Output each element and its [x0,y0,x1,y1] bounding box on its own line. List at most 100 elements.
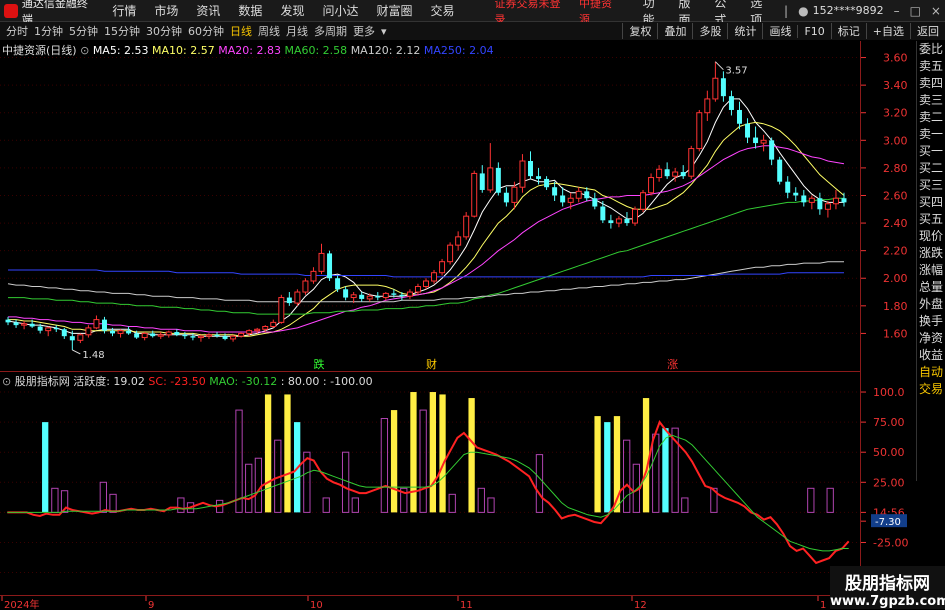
ma10-line [8,121,845,337]
menu-jiaoyi[interactable]: 交易 [430,2,454,19]
candle-body [174,332,180,335]
high-pointer [715,61,724,71]
candle-body [126,330,132,334]
side-item: 买五 [919,212,944,226]
period-monthly[interactable]: 月线 [286,23,308,39]
candle-body [21,323,28,326]
btn-f10[interactable]: F10 [797,24,830,38]
close-icon[interactable]: × [931,4,941,18]
ma20-label: MA20: 2.83 [218,44,281,57]
btn-fanhui[interactable]: 返回 [910,23,945,39]
side-item: 总量 [919,280,944,294]
menu-hangqing[interactable]: 行情 [112,2,136,19]
btn-duogu[interactable]: 多股 [692,23,727,39]
user-account[interactable]: 152****9892 [813,4,884,17]
activity-bar [351,497,359,513]
menu-faxian[interactable]: 发现 [280,2,304,19]
candle-body [302,280,309,293]
btn-fuquan[interactable]: 复权 [622,23,657,39]
menu-zixun[interactable]: 资讯 [196,2,220,19]
candle-body [463,215,470,238]
btn-huaxian[interactable]: 画线 [762,23,797,39]
candle-body [567,197,574,203]
candle-body [439,261,446,274]
ma60-line [8,197,844,315]
menu-wenxiaoda[interactable]: 问小达 [322,2,358,19]
btn-zixuan[interactable]: +自选 [865,23,910,39]
activity-bar [419,409,427,513]
activity-bar [652,433,660,513]
quote-side-panel: 委比 卖五 卖四 卖三 卖二 卖一 买一 买二 买三 买四 买五 现价 涨跌 涨幅 总量 外盘 换手 净资 收益 自动… [916,41,945,481]
menu-shuju[interactable]: 数据 [238,2,262,19]
candle-body [712,77,719,100]
period-more[interactable]: 更多 [353,23,375,39]
candle-body [808,197,815,203]
candle-body [335,278,341,290]
indicator-tick-label: 100.0 [873,386,905,399]
candle-body [29,323,35,327]
candle-body [141,332,148,339]
btn-diejia[interactable]: 叠加 [657,23,692,39]
activity-bar [807,487,815,513]
candle-body [382,292,389,299]
main-legend: 中捷资源(日线) ⊙ MA5: 2.53 MA10: 2.57 MA20: 2.… [2,42,494,58]
period-fenshi[interactable]: 分时 [6,23,28,39]
activity-bar [594,416,601,513]
btn-biaoji[interactable]: 标记 [830,23,866,39]
candle-body [624,218,630,224]
period-weekly[interactable]: 周线 [258,23,280,39]
candle-body [745,123,751,138]
user-icon[interactable]: ● [798,4,808,18]
candle-body [728,96,734,110]
candle-body [824,203,831,210]
candle-body [53,327,59,330]
btn-tongji[interactable]: 统计 [727,23,762,39]
period-daily[interactable]: 日线 [230,23,252,39]
kline-chart[interactable]: 3.57 1.48 跌 财 涨 [0,41,861,372]
side-item: 买三 [919,178,944,192]
ma120-label: MA120: 2.12 [350,44,421,57]
candle-body [664,169,670,177]
candle-body [801,195,807,203]
sc-label: SC: -23.50 [148,375,206,388]
period-15min[interactable]: 15分钟 [104,23,140,39]
window-separator-icon: | [784,3,789,18]
candle-body [214,334,220,337]
period-30min[interactable]: 30分钟 [146,23,182,39]
candle-body [704,98,711,114]
candle-body [286,297,292,304]
maximize-icon[interactable]: □ [910,4,921,18]
side-item: 委比 [919,42,944,56]
candle-body [13,322,19,326]
period-1min[interactable]: 1分钟 [34,23,63,39]
indicator-chart[interactable] [0,372,861,594]
menu-shichang[interactable]: 市场 [154,2,178,19]
period-60min[interactable]: 60分钟 [188,23,224,39]
candle-body [696,112,703,150]
period-bar: 分时 1分钟 5分钟 15分钟 30分钟 60分钟 日线 周线 月线 多周期 更… [0,22,945,40]
price-tick-label: 3.20 [883,107,908,120]
activity-bar [439,394,446,513]
side-item[interactable]: 自动 [917,364,945,381]
minimize-icon[interactable]: – [894,4,900,18]
activity-bar [109,493,117,513]
collapse-icon[interactable]: ⊙ [80,44,89,57]
activity-bar [487,497,495,513]
menu-caifuquan[interactable]: 财富圈 [376,2,412,19]
mao-line [7,434,849,552]
side-item: 净资 [919,331,944,345]
mark-zhang: 涨 [667,358,678,371]
watermark-url: www.7gpzb.com [830,594,945,609]
candle-body [575,190,582,199]
candle-body [101,319,107,331]
period-5min[interactable]: 5分钟 [69,23,98,39]
side-item[interactable]: 交易 [917,381,945,398]
candle-body [431,272,438,282]
activity-bar [623,439,631,513]
candle-body [37,326,43,331]
period-multi[interactable]: 多周期 [314,23,347,39]
more-dropdown-icon[interactable]: ▾ [381,25,387,38]
indicator-collapse-icon[interactable]: ⊙ [2,375,11,388]
sc-line [7,420,850,565]
ma5-label: MA5: 2.53 [92,44,149,57]
